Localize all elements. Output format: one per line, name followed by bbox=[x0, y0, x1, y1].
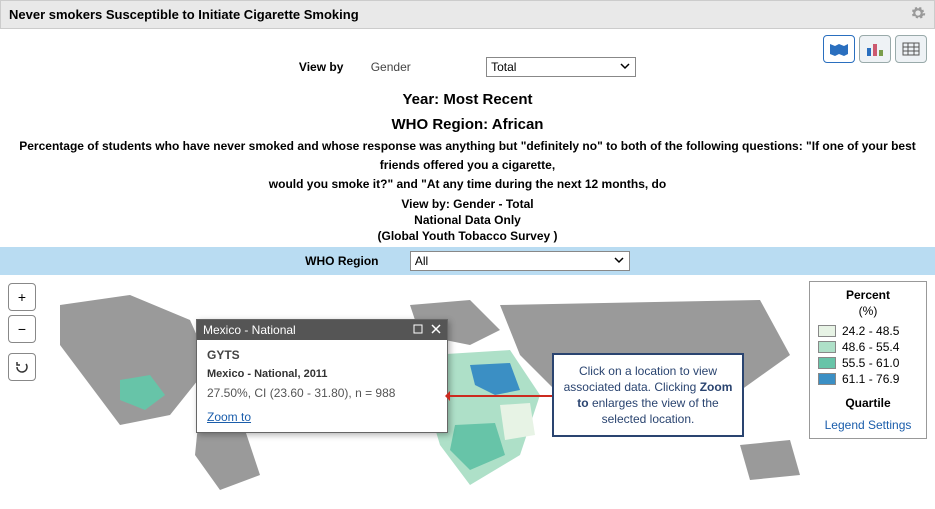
page-title: Never smokers Susceptible to Initiate Ci… bbox=[9, 7, 359, 22]
view-map-button[interactable] bbox=[823, 35, 855, 63]
region-filter-value: All bbox=[415, 254, 428, 268]
legend-swatch bbox=[818, 357, 836, 369]
legend-settings-link[interactable]: Legend Settings bbox=[818, 418, 918, 432]
description-line1: Percentage of students who have never sm… bbox=[19, 139, 916, 172]
year-heading: Year: Most Recent bbox=[0, 91, 935, 108]
map-popup: Mexico - National GYTS Mexico - National… bbox=[196, 319, 448, 433]
viewby-value: Total bbox=[491, 60, 516, 74]
legend-label: 48.6 - 55.4 bbox=[842, 340, 899, 354]
description-line2: would you smoke it?" and "At any time du… bbox=[269, 177, 666, 191]
help-callout: Click on a location to view associated d… bbox=[552, 353, 744, 438]
popup-title: Mexico - National bbox=[203, 323, 296, 337]
viewby-field: Gender bbox=[371, 60, 411, 74]
legend-swatch bbox=[818, 325, 836, 337]
callout-text2: enlarges the view of the selected locati… bbox=[589, 396, 719, 426]
view-table-button[interactable] bbox=[895, 35, 927, 63]
legend-unit: (%) bbox=[818, 304, 918, 318]
legend-swatch bbox=[818, 341, 836, 353]
zoom-in-button[interactable]: + bbox=[8, 283, 36, 311]
region-heading: WHO Region: African bbox=[0, 116, 935, 133]
sub-viewby: View by: Gender - Total bbox=[0, 197, 935, 211]
chevron-down-icon bbox=[619, 60, 631, 75]
popup-zoom-link[interactable]: Zoom to bbox=[207, 410, 437, 424]
callout-arrow bbox=[448, 395, 552, 397]
legend-row: 61.1 - 76.9 bbox=[818, 372, 918, 386]
legend-label: 24.2 - 48.5 bbox=[842, 324, 899, 338]
sub-national: National Data Only bbox=[0, 213, 935, 227]
region-filter-select[interactable]: All bbox=[410, 251, 630, 271]
region-filter-label: WHO Region bbox=[305, 254, 378, 268]
sub-survey: (Global Youth Tobacco Survey ) bbox=[0, 229, 935, 243]
callout-text1: Click on a location to view associated d… bbox=[564, 364, 717, 394]
popup-maximize-icon[interactable] bbox=[413, 323, 423, 337]
gear-icon[interactable] bbox=[910, 5, 926, 24]
legend-row: 24.2 - 48.5 bbox=[818, 324, 918, 338]
viewby-select[interactable]: Total bbox=[486, 57, 636, 77]
chevron-down-icon bbox=[613, 254, 625, 269]
legend-subtitle: Quartile bbox=[818, 396, 918, 410]
legend-row: 48.6 - 55.4 bbox=[818, 340, 918, 354]
world-map[interactable]: + − Mexico - National GYTS bbox=[0, 275, 935, 495]
viewby-label: View by bbox=[299, 60, 343, 74]
legend-label: 55.5 - 61.0 bbox=[842, 356, 899, 370]
legend-label: 61.1 - 76.9 bbox=[842, 372, 899, 386]
reset-view-button[interactable] bbox=[8, 353, 36, 381]
popup-survey: GYTS bbox=[207, 348, 437, 362]
legend-title: Percent bbox=[818, 288, 918, 302]
legend-row: 55.5 - 61.0 bbox=[818, 356, 918, 370]
popup-stat: 27.50%, CI (23.60 - 31.80), n = 988 bbox=[207, 386, 437, 400]
legend-swatch bbox=[818, 373, 836, 385]
view-chart-button[interactable] bbox=[859, 35, 891, 63]
popup-location: Mexico - National, 2011 bbox=[207, 368, 437, 380]
close-icon[interactable] bbox=[431, 323, 441, 337]
legend-panel: Percent (%) 24.2 - 48.5 48.6 - 55.4 55.5 -… bbox=[809, 281, 927, 439]
zoom-out-button[interactable]: − bbox=[8, 315, 36, 343]
